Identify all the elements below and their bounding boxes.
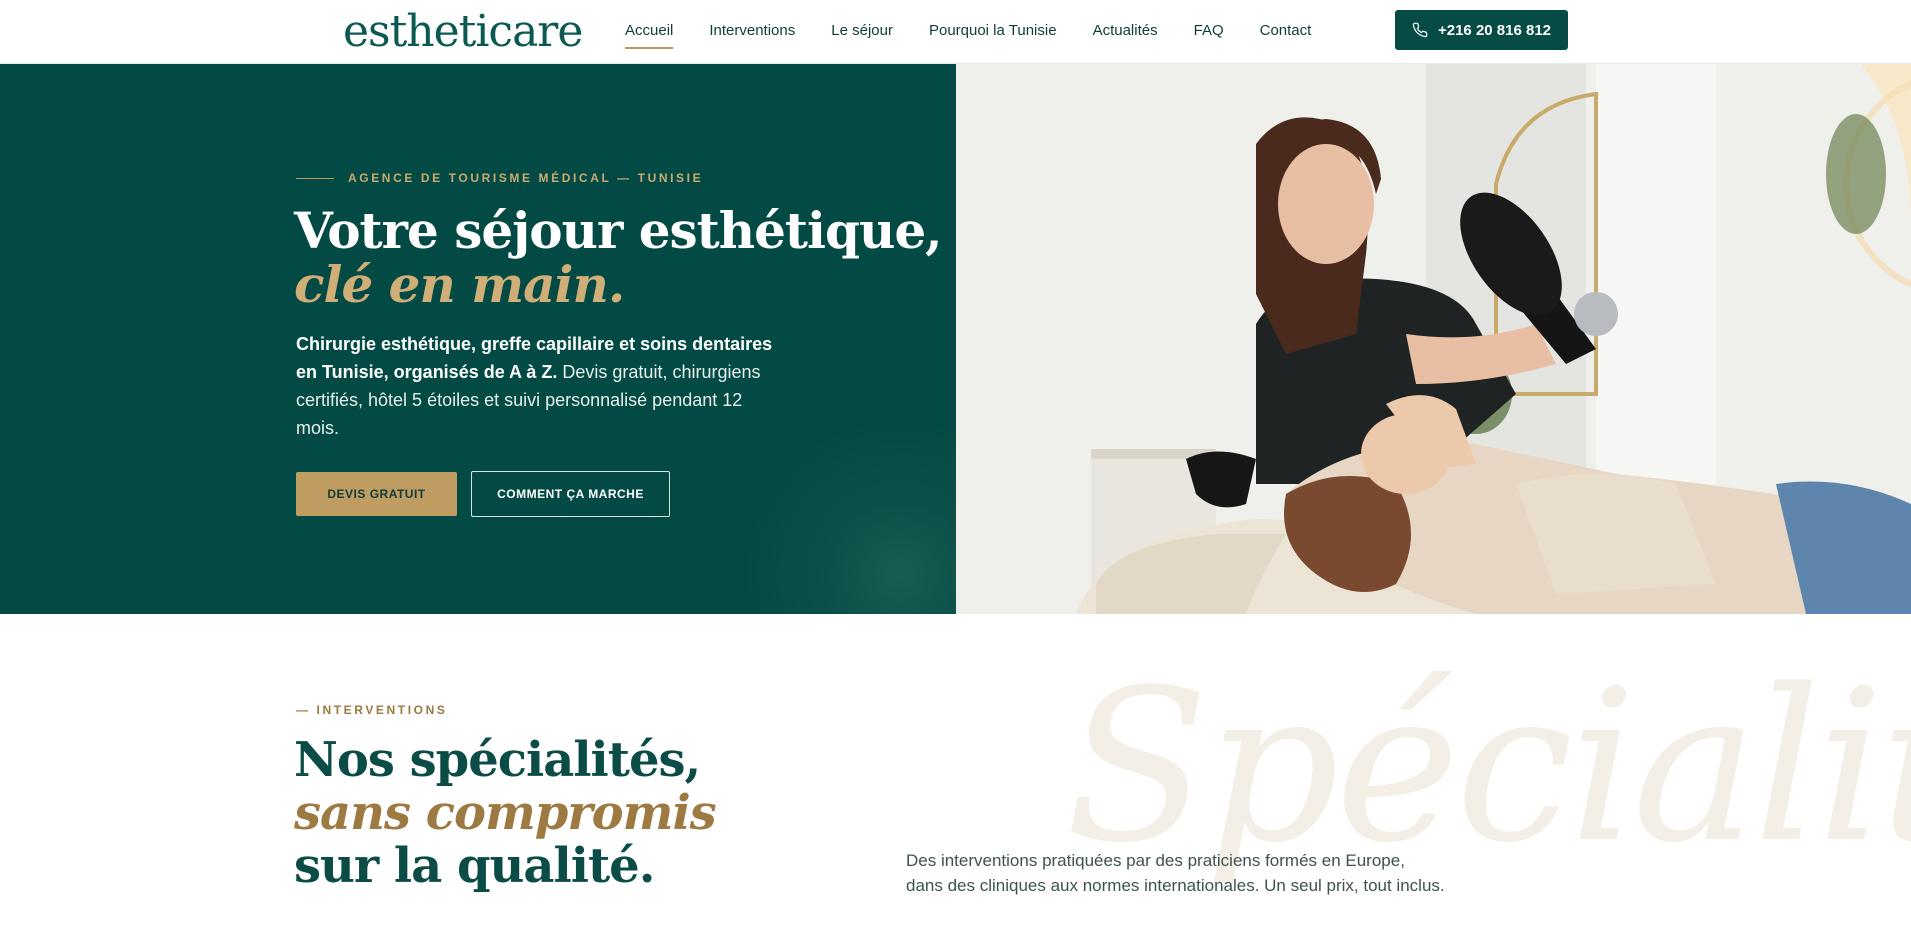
interventions-title-part1: Nos spécialités,	[294, 732, 701, 788]
interventions-eyebrow: — INTERVENTIONS	[296, 703, 448, 717]
interventions-title-accent: sans compromis	[294, 785, 717, 841]
hero-title-line1: Votre séjour esthétique,	[294, 201, 943, 260]
nav-item-contact[interactable]: Contact	[1260, 18, 1312, 43]
phone-icon	[1412, 22, 1428, 38]
hero-eyebrow: AGENCE DE TOURISME MÉDICAL — TUNISIE	[296, 171, 703, 185]
nav-item-actualites[interactable]: Actualités	[1093, 18, 1158, 43]
interventions-title-part2: sur la qualité.	[294, 838, 655, 894]
logo[interactable]: estheticare	[343, 6, 583, 58]
hero-description: Chirurgie esthétique, greffe capillaire …	[296, 330, 776, 442]
phone-button[interactable]: +216 20 816 812	[1395, 10, 1568, 50]
hero-section: AGENCE DE TOURISME MÉDICAL — TUNISIE Vot…	[0, 64, 956, 614]
comment-ca-marche-button[interactable]: COMMENT ÇA MARCHE	[471, 471, 670, 517]
hero-photo	[956, 64, 1911, 614]
hero-eyebrow-text: AGENCE DE TOURISME MÉDICAL — TUNISIE	[348, 171, 704, 185]
nav-item-interventions[interactable]: Interventions	[709, 18, 795, 43]
hero-title-accent: clé en main.	[294, 255, 625, 314]
eyebrow-divider	[296, 177, 334, 179]
nav-item-accueil[interactable]: Accueil	[625, 18, 674, 49]
interventions-description: Des interventions pratiquées par des pra…	[906, 851, 1445, 895]
site-header: estheticare Accueil Interventions Le séj…	[0, 0, 1911, 64]
hero-title: Votre séjour esthétique, clé en main.	[294, 201, 943, 314]
main-nav: Accueil Interventions Le séjour Pourquoi…	[625, 0, 1311, 60]
nav-item-faq[interactable]: FAQ	[1194, 18, 1224, 43]
nav-item-pourquoi-la-tunisie[interactable]: Pourquoi la Tunisie	[929, 18, 1057, 43]
hero-photo-illustration	[956, 64, 1911, 614]
interventions-section: Spécialité — INTERVENTIONS Nos spécialit…	[0, 614, 1911, 932]
devis-gratuit-button[interactable]: DEVIS GRATUIT	[296, 472, 457, 516]
phone-number: +216 20 816 812	[1437, 21, 1552, 39]
nav-item-le-sejour[interactable]: Le séjour	[831, 18, 893, 43]
decorative-glow	[740, 414, 956, 614]
interventions-title: Nos spécialités, sans compromis sur la qu…	[294, 734, 814, 893]
